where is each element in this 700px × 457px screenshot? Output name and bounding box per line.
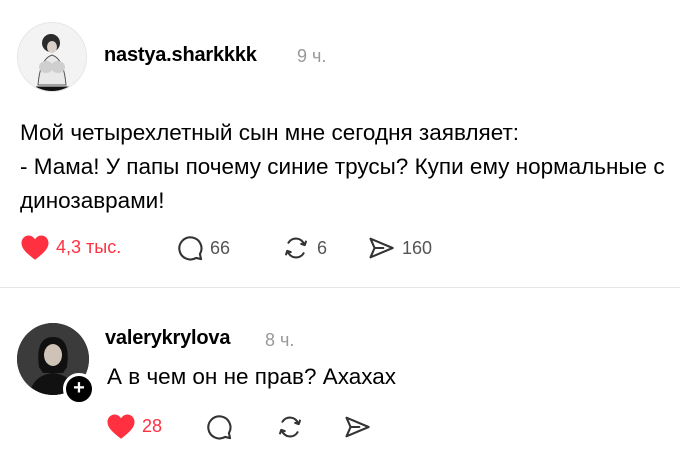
divider [0,287,680,288]
heart-filled-icon [107,414,135,439]
post-repost-button[interactable]: 6 [281,234,327,262]
reply-like-count: 28 [142,416,163,436]
reply-repost-button[interactable] [275,413,305,441]
post-timestamp: 9 ч. [297,46,327,66]
repost-arrows-icon [285,237,307,259]
reply-author-name[interactable]: valerykrylova [105,327,230,350]
post-author-avatar[interactable] [17,22,87,92]
heart-filled-icon [21,235,49,260]
reply-like-button[interactable]: 28 [106,413,162,440]
post-like-button[interactable]: 4,3 тыс. [20,234,121,261]
speech-bubble-icon [207,415,232,440]
post-comment-button[interactable]: 66 [176,234,230,262]
post-text: Мой четырехлетный сын мне сегодня заявля… [20,120,665,213]
reply-comment-button[interactable] [205,413,233,441]
repost-arrows-icon [279,416,301,438]
avatar-photo-icon [18,23,86,91]
speech-bubble-icon [178,236,203,261]
post-comment-count: 66 [210,237,231,258]
follow-button[interactable]: + [63,373,95,405]
reply-text: А в чем он не прав? Ахахах [107,364,397,389]
paper-plane-icon [345,416,370,438]
reply-share-button[interactable] [342,413,372,441]
plus-icon: + [73,377,85,399]
post-author-name[interactable]: nastya.sharkkkk [104,44,257,67]
post-repost-count: 6 [317,237,328,258]
post-like-count: 4,3 тыс. [56,237,122,257]
reply-timestamp: 8 ч. [265,330,295,350]
paper-plane-icon [369,237,394,259]
post-share-button[interactable]: 160 [366,234,432,262]
post-share-count: 160 [402,237,433,258]
